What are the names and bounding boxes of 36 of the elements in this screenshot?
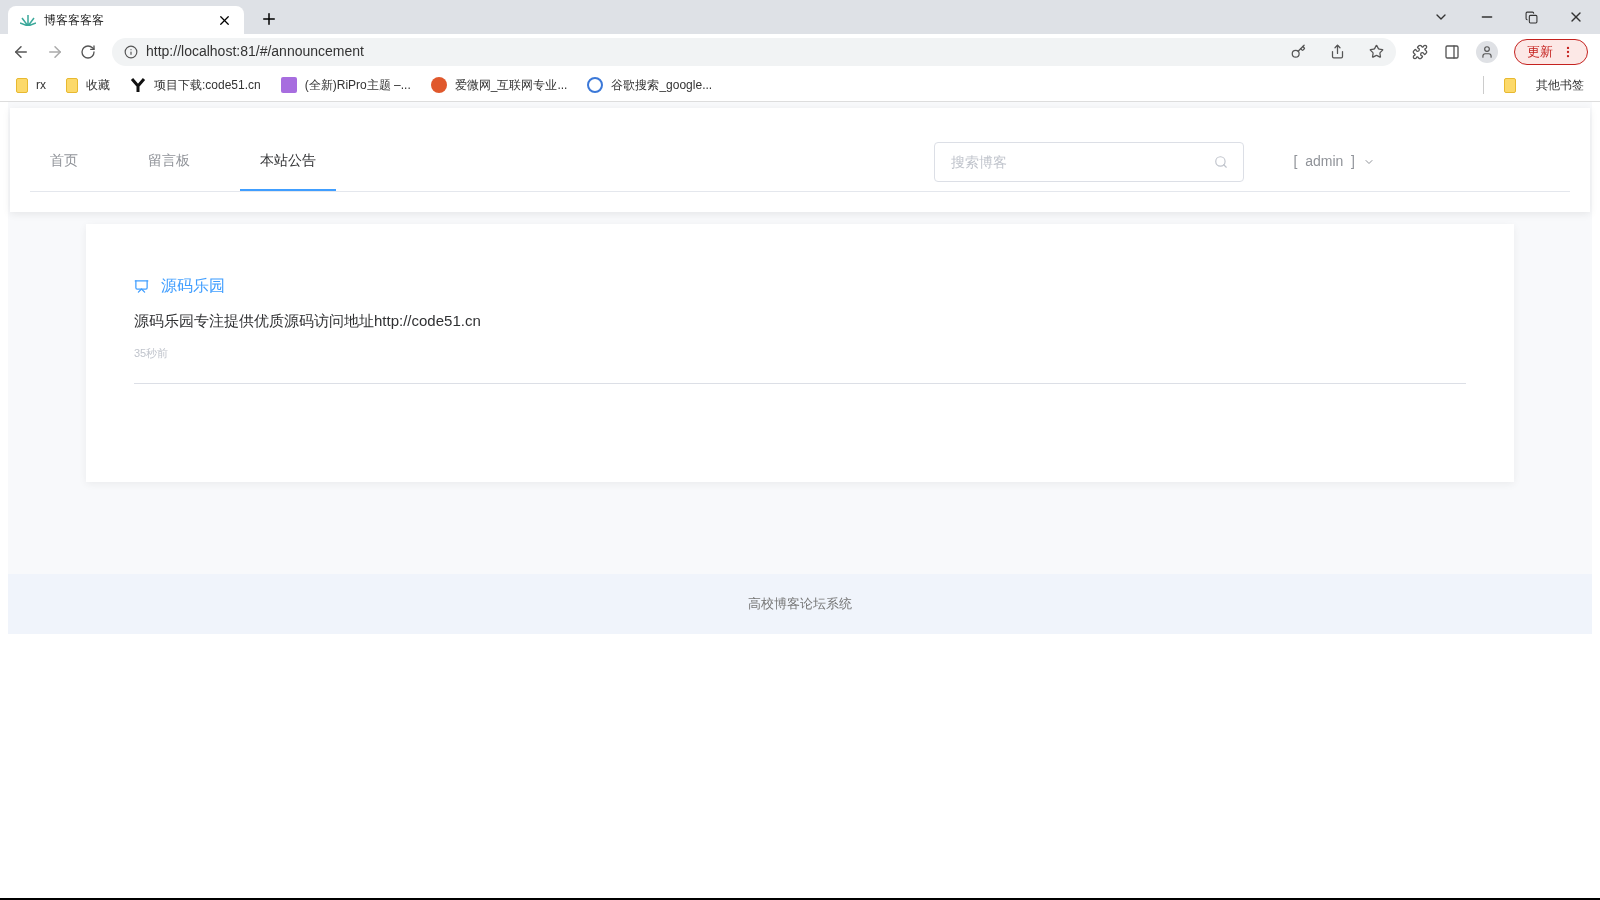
nav-tab[interactable]: 本站公告 — [240, 132, 336, 191]
folder-icon — [66, 77, 78, 93]
avatar-icon[interactable] — [1476, 40, 1498, 63]
restore-icon[interactable] — [1525, 10, 1538, 24]
new-tab-icon[interactable] — [260, 10, 278, 28]
bookmark-link[interactable]: 项目下载:code51.cn — [154, 76, 261, 94]
share-icon[interactable] — [1330, 44, 1345, 59]
circle-logo-icon — [587, 77, 604, 93]
bookmark-link[interactable]: (全新)RiPro主题 –... — [304, 76, 411, 94]
folder-icon — [1504, 77, 1516, 93]
announcement-content: 源码乐园专注提供优质源码访问地址http://code51.cn — [134, 311, 482, 331]
side-panel-icon[interactable] — [1444, 43, 1460, 60]
bookmark-link[interactable]: 谷歌搜索_google... — [611, 76, 713, 94]
site-logo-icon — [280, 77, 297, 93]
search-field[interactable]: 搜索博客 — [933, 141, 1244, 182]
star-icon[interactable] — [1369, 44, 1384, 59]
extensions-icon[interactable] — [1412, 43, 1428, 60]
info-icon — [124, 44, 138, 59]
url-text: http://localhost:81/#/announcement — [146, 42, 365, 61]
board-icon — [134, 278, 149, 294]
bookmark-link[interactable]: 爱微网_互联网专业... — [454, 76, 568, 94]
footer-text: 高校博客论坛系统 — [748, 595, 852, 614]
letter-y-icon — [130, 77, 146, 93]
bookmark-link[interactable]: rx — [36, 76, 46, 94]
update-button[interactable]: 更新 — [1514, 38, 1588, 65]
folder-icon — [16, 77, 28, 93]
bookmark-link[interactable]: 其他书签 — [1536, 76, 1584, 94]
circle-logo-icon — [430, 77, 447, 93]
tab-title: 博客客客客 — [44, 12, 105, 29]
leaf-icon — [20, 14, 36, 26]
address-bar[interactable]: http://localhost:81/#/announcement — [112, 37, 1396, 66]
search-icon — [1213, 154, 1228, 169]
bookmark-link[interactable]: 收藏 — [86, 76, 110, 94]
key-icon[interactable] — [1291, 44, 1306, 59]
reload-icon[interactable] — [80, 43, 96, 60]
browser-tab[interactable]: 博客客客客 — [8, 6, 244, 34]
